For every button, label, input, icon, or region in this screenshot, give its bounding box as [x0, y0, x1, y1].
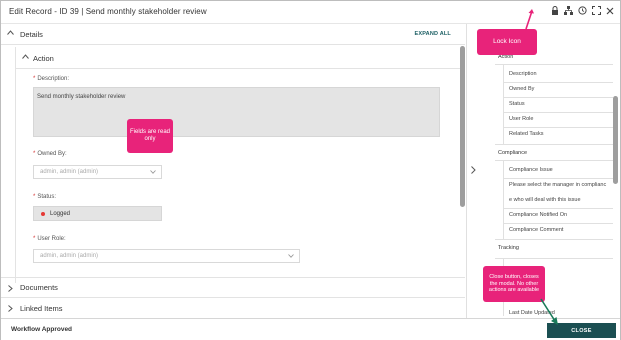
nav-item-compliance-notified[interactable]: Compliance Notified On	[509, 212, 567, 218]
chevron-right-icon[interactable]	[471, 166, 476, 174]
nav-item-compliance-comment[interactable]: Compliance Comment	[509, 227, 563, 233]
owned-by-value: admin, admin (admin)	[40, 169, 99, 175]
right-scrollbar[interactable]	[613, 96, 618, 184]
chevron-right-icon	[8, 285, 13, 292]
details-section-header[interactable]: Details EXPAND ALL	[1, 24, 465, 45]
user-role-select: admin, admin (admin)	[33, 249, 300, 263]
divider	[495, 239, 613, 240]
nav-item-compliance-issue[interactable]: Compliance Issue	[509, 167, 553, 173]
nav-item-select-manager[interactable]: Please select the manager in complianc	[509, 182, 606, 188]
divider	[495, 64, 613, 65]
description-label: * Description:	[33, 76, 70, 82]
nav-group-compliance[interactable]: Compliance	[498, 150, 527, 156]
status-label: * Status:	[33, 194, 57, 200]
divider	[503, 127, 613, 128]
divider	[495, 258, 613, 259]
divider	[495, 160, 613, 161]
nav-item-select-manager-cont[interactable]: e who will deal with this issue	[509, 197, 581, 203]
expand-all-button[interactable]: EXPAND ALL	[414, 31, 451, 37]
nav-item-related-tasks[interactable]: Related Tasks	[509, 131, 543, 137]
edit-record-modal: Edit Record - ID 39 | Send monthly stake…	[0, 0, 621, 340]
close-icon[interactable]	[606, 7, 614, 15]
nav-item-owned-by[interactable]: Owned By	[509, 86, 534, 92]
chevron-up-icon	[22, 54, 29, 59]
chevron-right-icon	[8, 305, 13, 312]
divider	[503, 223, 613, 224]
modal-footer: Workflow Approved CLOSE	[1, 318, 620, 340]
nav-item-status[interactable]: Status	[509, 101, 525, 107]
owned-by-select: admin, admin (admin)	[33, 165, 162, 179]
divider	[503, 97, 613, 98]
annotation-fields-read-only: Fields are read only	[127, 119, 173, 153]
divider	[503, 82, 613, 83]
linked-items-label: Linked Items	[20, 303, 63, 313]
lock-icon[interactable]	[551, 6, 559, 15]
divider	[503, 208, 613, 209]
status-dot-icon	[41, 212, 45, 216]
nav-item-user-role[interactable]: User Role	[509, 116, 533, 122]
tree-line	[503, 65, 504, 145]
details-panel: Details EXPAND ALL Action * Description: …	[1, 24, 465, 318]
nav-group-tracking[interactable]: Tracking	[498, 245, 519, 251]
window-controls	[551, 6, 614, 15]
annotation-arrow-icon	[525, 9, 534, 30]
status-field: Logged	[33, 206, 162, 221]
description-value: Send monthly stakeholder review	[37, 94, 126, 100]
history-icon[interactable]	[578, 6, 587, 15]
modal-title: Edit Record - ID 39 | Send monthly stake…	[9, 7, 207, 16]
action-section-header[interactable]: Action	[16, 47, 460, 69]
description-field: Send monthly stakeholder review	[33, 87, 440, 137]
divider	[495, 144, 613, 145]
workflow-status: Workflow Approved	[11, 326, 73, 333]
left-scrollbar[interactable]	[460, 46, 465, 207]
chevron-up-icon	[7, 30, 14, 35]
documents-label: Documents	[20, 283, 58, 292]
status-value: Logged	[50, 211, 71, 217]
fullscreen-icon[interactable]	[592, 6, 601, 15]
details-label: Details	[20, 29, 43, 39]
nav-item-description[interactable]: Description	[509, 71, 537, 77]
chevron-down-icon	[288, 254, 294, 258]
user-role-value: admin, admin (admin)	[40, 253, 99, 259]
divider	[503, 178, 613, 179]
user-role-label: * User Role:	[33, 236, 66, 242]
linked-items-section-header[interactable]: Linked Items	[1, 298, 465, 318]
panel-divider	[466, 24, 467, 318]
tree-line	[503, 161, 504, 239]
annotation-arrow-icon	[540, 298, 558, 325]
divider	[503, 112, 613, 113]
chevron-down-icon	[150, 170, 156, 174]
owned-by-label: * Owned By:	[33, 151, 67, 157]
annotation-close-button: Close button, closes the modal. No other…	[483, 266, 545, 302]
hierarchy-icon[interactable]	[564, 6, 573, 15]
action-label: Action	[33, 54, 54, 63]
documents-section-header[interactable]: Documents	[1, 277, 465, 298]
annotation-lock-icon: Lock Icon	[477, 29, 537, 55]
